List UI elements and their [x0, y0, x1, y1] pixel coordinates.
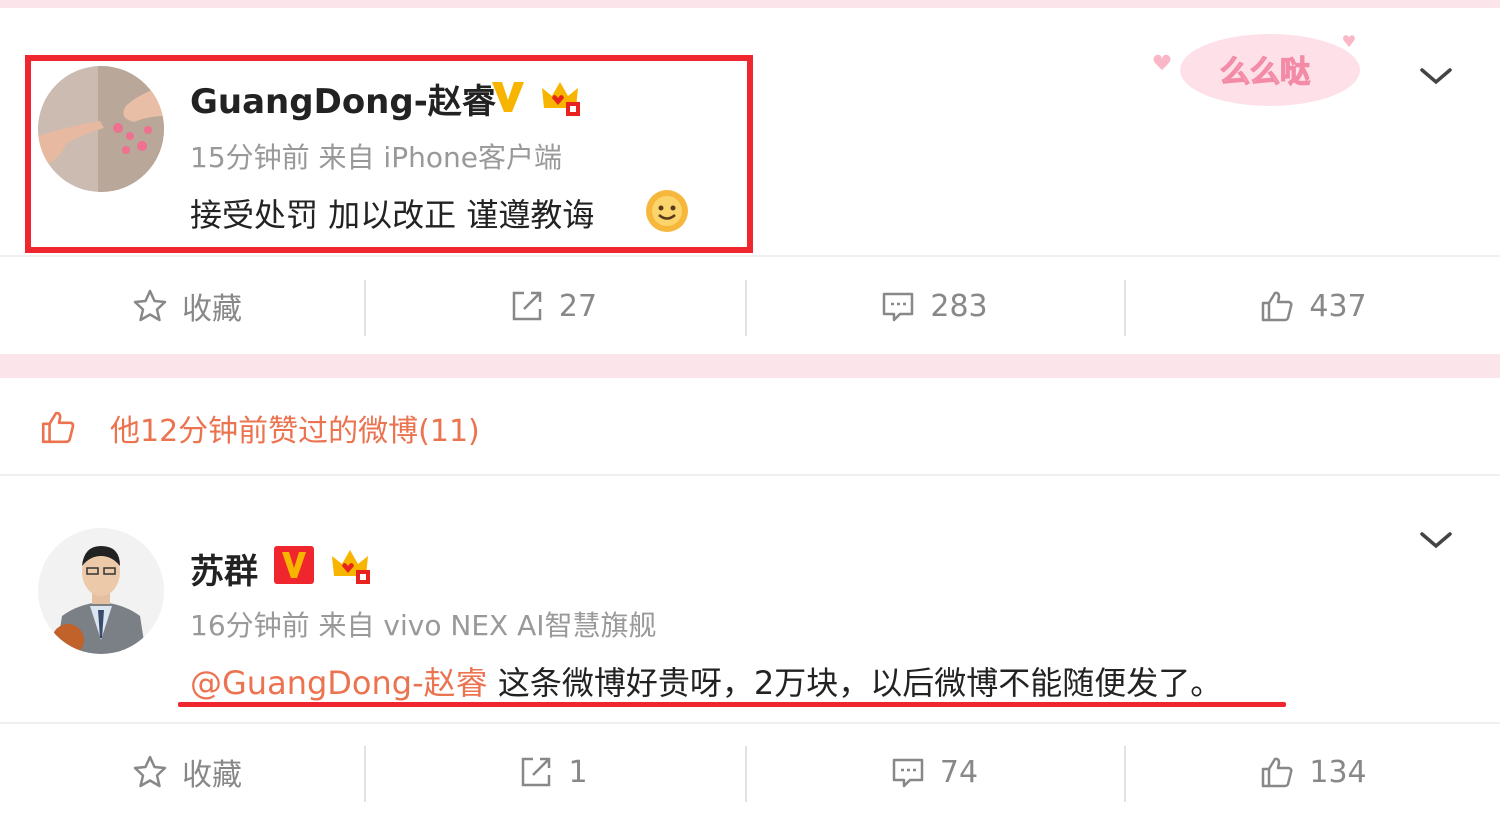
chevron-down-icon[interactable]	[1416, 528, 1456, 552]
liked-notice-text: 他12分钟前赞过的微博(11)	[110, 414, 480, 449]
thumbs-up-icon	[1262, 757, 1293, 788]
verified-badge-icon	[274, 546, 314, 588]
like-count: 134	[1309, 754, 1367, 790]
favorite-label: 收藏	[182, 292, 242, 327]
thumbs-up-icon	[38, 408, 78, 450]
comment-count: 74	[939, 754, 979, 790]
repost-count: 1	[568, 754, 588, 790]
like-count: 437	[1309, 288, 1367, 324]
comment-button[interactable]: 283	[747, 256, 1121, 356]
highlight-underline	[178, 702, 1286, 707]
action-bar-1: 收藏 27 283 437	[0, 256, 1500, 356]
liked-notice-row[interactable]: 他12分钟前赞过的微博(11)	[0, 378, 1500, 474]
repost-count: 27	[558, 288, 598, 324]
like-button[interactable]: 134	[1126, 722, 1500, 822]
decoration-hearts: 么么哒	[1140, 26, 1380, 116]
like-button[interactable]: 437	[1126, 256, 1500, 356]
action-bar-2: 收藏 1 74 134	[0, 722, 1500, 822]
username[interactable]: 苏群	[190, 544, 258, 593]
comment-icon	[883, 292, 914, 322]
favorite-label: 收藏	[182, 758, 242, 793]
chevron-down-icon[interactable]	[1416, 64, 1456, 88]
star-icon	[133, 289, 167, 322]
highlight-box	[25, 55, 753, 253]
mention-link[interactable]: @GuangDong-赵睿	[190, 664, 488, 702]
avatar[interactable]	[38, 528, 164, 654]
repost-icon	[512, 291, 542, 321]
section-band	[0, 354, 1500, 378]
favorite-button[interactable]: 收藏	[0, 256, 374, 356]
top-band	[0, 0, 1500, 8]
decoration-text: 么么哒	[1220, 55, 1310, 90]
star-icon	[133, 755, 167, 788]
post-card-2: 苏群 16分钟前 来自 vivo NEX AI智慧旗舰 @GuangDong-赵…	[0, 476, 1500, 722]
post-text: @GuangDong-赵睿 这条微博好贵呀，2万块，以后微博不能随便发了。	[190, 658, 1222, 704]
post-meta: 16分钟前 来自 vivo NEX AI智慧旗舰	[190, 609, 657, 642]
repost-button[interactable]: 27	[366, 256, 740, 356]
comment-count: 283	[930, 288, 988, 324]
favorite-button[interactable]: 收藏	[0, 722, 374, 822]
repost-button[interactable]: 1	[366, 722, 740, 822]
repost-icon	[522, 757, 551, 787]
post-body: 这条微博好贵呀，2万块，以后微博不能随便发了。	[487, 664, 1223, 702]
comment-button[interactable]: 74	[747, 722, 1121, 822]
crown-member-icon	[330, 546, 374, 590]
thumbs-up-icon	[1262, 291, 1293, 322]
comment-icon	[892, 758, 924, 788]
